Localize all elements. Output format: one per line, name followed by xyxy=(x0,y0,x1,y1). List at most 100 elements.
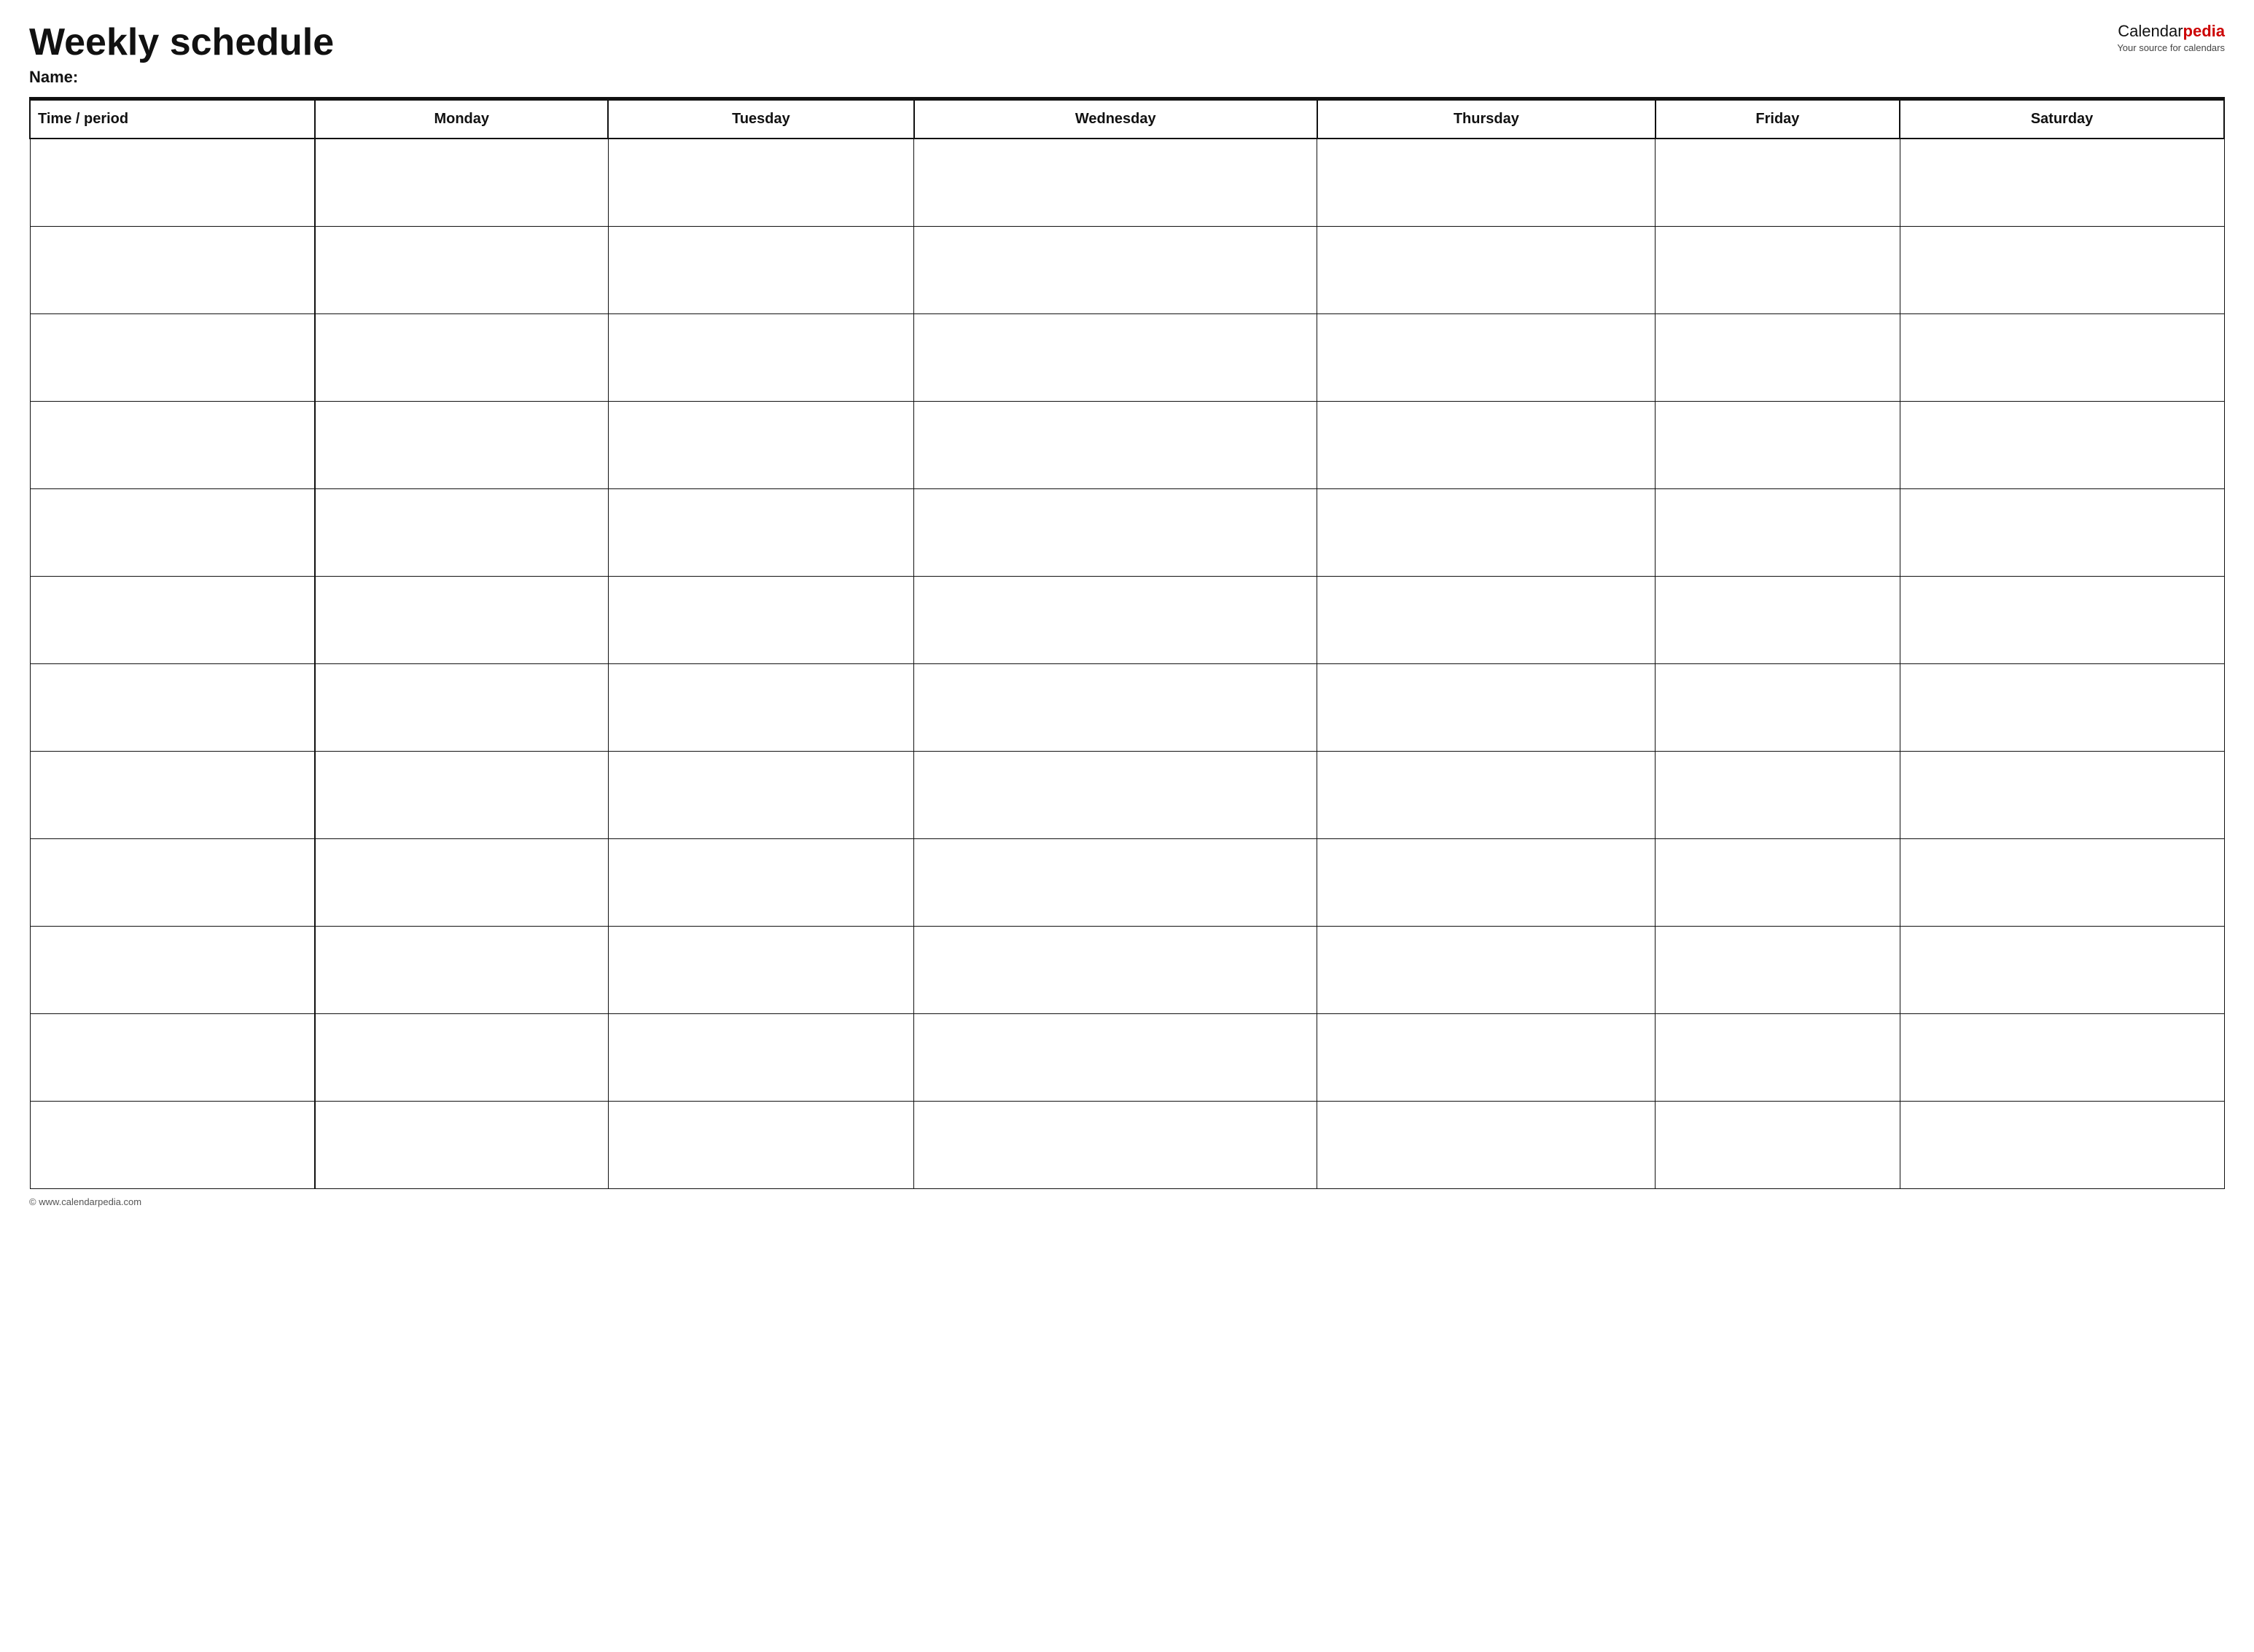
title-section: Weekly schedule Name: xyxy=(29,22,334,87)
col-time: Time / period xyxy=(30,100,315,139)
table-cell[interactable] xyxy=(1900,576,2224,663)
page-title: Weekly schedule xyxy=(29,22,334,63)
table-cell[interactable] xyxy=(1900,488,2224,576)
table-cell[interactable] xyxy=(1317,926,1656,1013)
table-cell[interactable] xyxy=(30,838,315,926)
table-cell[interactable] xyxy=(914,1013,1317,1101)
table-cell[interactable] xyxy=(1656,139,1900,226)
table-cell[interactable] xyxy=(1317,139,1656,226)
table-cell[interactable] xyxy=(315,226,608,313)
table-cell[interactable] xyxy=(914,576,1317,663)
col-monday: Monday xyxy=(315,100,608,139)
table-cell[interactable] xyxy=(315,313,608,401)
table-cell[interactable] xyxy=(914,663,1317,751)
table-cell[interactable] xyxy=(1656,1013,1900,1101)
logo-tagline: Your source for calendars xyxy=(2117,42,2225,53)
table-cell[interactable] xyxy=(914,226,1317,313)
table-cell[interactable] xyxy=(315,663,608,751)
table-cell[interactable] xyxy=(1656,401,1900,488)
table-row xyxy=(30,226,2224,313)
table-cell[interactable] xyxy=(30,1013,315,1101)
table-cell[interactable] xyxy=(315,1013,608,1101)
table-cell[interactable] xyxy=(1656,576,1900,663)
col-thursday: Thursday xyxy=(1317,100,1656,139)
table-cell[interactable] xyxy=(914,838,1317,926)
table-cell[interactable] xyxy=(914,488,1317,576)
table-cell[interactable] xyxy=(315,926,608,1013)
table-cell[interactable] xyxy=(1900,838,2224,926)
table-row xyxy=(30,576,2224,663)
col-tuesday: Tuesday xyxy=(608,100,914,139)
table-cell[interactable] xyxy=(608,139,914,226)
table-cell[interactable] xyxy=(1900,401,2224,488)
table-cell[interactable] xyxy=(1656,663,1900,751)
table-cell[interactable] xyxy=(608,226,914,313)
table-cell[interactable] xyxy=(1656,751,1900,838)
table-cell[interactable] xyxy=(30,1101,315,1188)
table-cell[interactable] xyxy=(1317,1101,1656,1188)
table-cell[interactable] xyxy=(1317,838,1656,926)
table-cell[interactable] xyxy=(608,926,914,1013)
table-cell[interactable] xyxy=(1900,1013,2224,1101)
table-cell[interactable] xyxy=(1900,313,2224,401)
table-cell[interactable] xyxy=(315,838,608,926)
table-cell[interactable] xyxy=(608,313,914,401)
table-cell[interactable] xyxy=(914,1101,1317,1188)
table-cell[interactable] xyxy=(1900,663,2224,751)
table-cell[interactable] xyxy=(30,139,315,226)
table-cell[interactable] xyxy=(1900,139,2224,226)
table-row xyxy=(30,1101,2224,1188)
table-cell[interactable] xyxy=(608,663,914,751)
table-cell[interactable] xyxy=(914,926,1317,1013)
table-cell[interactable] xyxy=(30,488,315,576)
table-cell[interactable] xyxy=(315,1101,608,1188)
table-cell[interactable] xyxy=(1656,313,1900,401)
table-row xyxy=(30,838,2224,926)
table-cell[interactable] xyxy=(1900,926,2224,1013)
table-cell[interactable] xyxy=(914,751,1317,838)
table-cell[interactable] xyxy=(608,1101,914,1188)
table-cell[interactable] xyxy=(1656,1101,1900,1188)
table-cell[interactable] xyxy=(30,663,315,751)
col-saturday: Saturday xyxy=(1900,100,2224,139)
table-cell[interactable] xyxy=(30,751,315,838)
table-cell[interactable] xyxy=(1317,226,1656,313)
page-header: Weekly schedule Name: Calendarpedia Your… xyxy=(29,22,2225,87)
table-cell[interactable] xyxy=(30,926,315,1013)
table-cell[interactable] xyxy=(914,313,1317,401)
table-cell[interactable] xyxy=(1900,226,2224,313)
table-cell[interactable] xyxy=(1656,488,1900,576)
table-cell[interactable] xyxy=(1317,401,1656,488)
table-cell[interactable] xyxy=(315,401,608,488)
table-cell[interactable] xyxy=(608,576,914,663)
table-cell[interactable] xyxy=(315,139,608,226)
table-cell[interactable] xyxy=(608,488,914,576)
table-cell[interactable] xyxy=(1317,663,1656,751)
table-cell[interactable] xyxy=(608,751,914,838)
table-cell[interactable] xyxy=(1317,751,1656,838)
table-cell[interactable] xyxy=(315,488,608,576)
table-cell[interactable] xyxy=(914,139,1317,226)
table-cell[interactable] xyxy=(30,226,315,313)
table-cell[interactable] xyxy=(1656,226,1900,313)
table-cell[interactable] xyxy=(1900,751,2224,838)
table-cell[interactable] xyxy=(914,401,1317,488)
table-cell[interactable] xyxy=(608,1013,914,1101)
table-cell[interactable] xyxy=(30,576,315,663)
table-cell[interactable] xyxy=(1656,926,1900,1013)
table-cell[interactable] xyxy=(608,401,914,488)
table-cell[interactable] xyxy=(1317,576,1656,663)
table-cell[interactable] xyxy=(315,751,608,838)
table-cell[interactable] xyxy=(1317,488,1656,576)
table-cell[interactable] xyxy=(1900,1101,2224,1188)
table-cell[interactable] xyxy=(1317,1013,1656,1101)
table-cell[interactable] xyxy=(315,576,608,663)
table-cell[interactable] xyxy=(1317,313,1656,401)
table-row xyxy=(30,751,2224,838)
table-cell[interactable] xyxy=(30,401,315,488)
table-row xyxy=(30,313,2224,401)
table-cell[interactable] xyxy=(30,313,315,401)
table-cell[interactable] xyxy=(608,838,914,926)
table-cell[interactable] xyxy=(1656,838,1900,926)
footer-text: © www.calendarpedia.com xyxy=(29,1196,141,1207)
